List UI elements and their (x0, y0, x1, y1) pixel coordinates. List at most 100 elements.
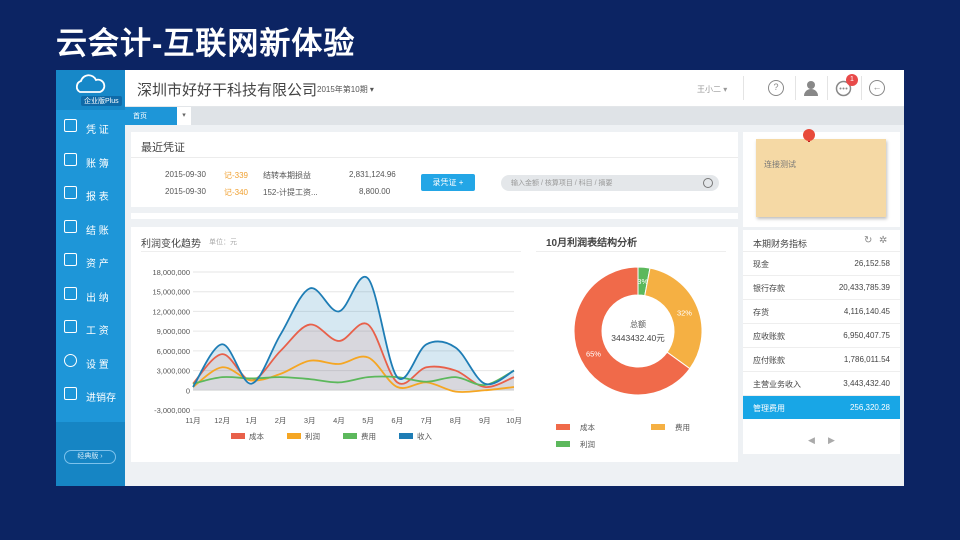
tab-home[interactable]: 首页 (125, 107, 177, 125)
logout-icon[interactable]: ← (869, 80, 885, 96)
next-page-icon[interactable]: ▶ (828, 435, 835, 446)
search-icon[interactable] (703, 178, 713, 188)
y-tick-label: 0 (186, 386, 190, 395)
x-tick-label: 10月 (506, 416, 522, 425)
cloud-logo-icon (75, 74, 106, 93)
y-tick-label: -3,000,000 (154, 406, 190, 415)
recent-vouchers-panel: 最近凭证 2015-09-30 记-339 结转本期损益 2,831,124.9… (131, 132, 738, 207)
y-tick-label: 9,000,000 (157, 327, 190, 336)
x-tick-label: 7月 (421, 416, 433, 425)
legend-label[interactable]: 费用 (675, 422, 690, 432)
voucher-row[interactable]: 2015-09-30 记-340 152-计提工资... 8,800.00 (165, 187, 405, 197)
stats-row[interactable]: 现金 26,152.58 (743, 251, 900, 275)
settings-icon[interactable]: ✲ (879, 235, 887, 246)
sidebar-item[interactable]: 结 账 (56, 213, 125, 243)
charts-panel: 利润变化趋势 单位：元 10月利润表结构分析 18,000,000 15,000,… (131, 227, 738, 462)
voucher-number[interactable]: 记-340 (224, 187, 248, 198)
stats-value: 4,116,140.45 (843, 307, 890, 316)
sidebar-item-label: 出 纳 (86, 292, 109, 304)
voucher-date: 2015-09-30 (165, 170, 206, 179)
sticky-note[interactable]: 连接测试 (756, 139, 886, 217)
classic-version-button[interactable]: 经典版 › (64, 450, 116, 464)
legend-label[interactable]: 利润 (305, 431, 320, 441)
stats-row[interactable]: 银行存款 20,433,785.39 (743, 275, 900, 299)
voucher-row[interactable]: 2015-09-30 记-339 结转本期损益 2,831,124.96 (165, 170, 405, 180)
y-tick-label: 15,000,000 (152, 288, 190, 297)
y-tick-label: 6,000,000 (157, 347, 190, 356)
edition-badge: 企业版Plus (81, 96, 122, 106)
stats-value: 3,443,432.40 (843, 379, 890, 388)
notification-badge: 1 (846, 74, 858, 86)
period-selector[interactable]: 2015年第10期 ▾ (317, 84, 374, 95)
stats-value: 6,950,407.75 (843, 331, 890, 340)
legend-label[interactable]: 利润 (580, 439, 595, 449)
divider (827, 76, 828, 100)
salary-icon (64, 320, 77, 333)
stats-row[interactable]: 存货 4,116,140.45 (743, 299, 900, 323)
sidebar-item[interactable]: 工 资 (56, 313, 125, 343)
refresh-icon[interactable]: ↻ (864, 235, 872, 246)
tab-bar: 首页 ▾ (125, 107, 904, 125)
y-tick-label: 18,000,000 (152, 268, 190, 277)
sidebar-item[interactable]: 账 簿 (56, 146, 125, 176)
pie-center-label: 总额 (630, 319, 646, 329)
pie-slice[interactable] (644, 267, 703, 370)
checkout-icon (64, 219, 77, 233)
divider (131, 157, 738, 158)
stats-label: 主营业务收入 (753, 380, 801, 389)
sidebar-item-label: 报 表 (86, 192, 109, 203)
help-icon[interactable]: ? (768, 80, 784, 96)
sidebar-item[interactable]: 报 表 (56, 179, 125, 209)
sidebar-item[interactable]: 出 纳 (56, 280, 125, 310)
legend-label[interactable]: 成本 (249, 431, 264, 441)
pie-slice-label: 32% (677, 309, 692, 318)
book-icon (64, 152, 77, 166)
x-tick-label: 8月 (450, 416, 462, 425)
voucher-amount: 2,831,124.96 (349, 170, 396, 179)
x-tick-label: 3月 (304, 416, 316, 425)
sidebar-item[interactable]: 资 产 (56, 246, 125, 276)
divider (861, 76, 862, 100)
service-icon[interactable] (802, 79, 820, 102)
legend-label[interactable]: 成本 (580, 422, 595, 432)
legend-swatch (556, 441, 570, 447)
voucher-date: 2015-09-30 (165, 187, 206, 196)
search-placeholder: 输入金额 / 核算项目 / 科目 / 摘要 (511, 180, 613, 187)
add-voucher-button[interactable]: 录凭证 + (421, 174, 475, 191)
x-tick-label: 5月 (362, 416, 374, 425)
stats-row[interactable]: 应收账款 6,950,407.75 (743, 323, 900, 347)
sidebar-item[interactable]: 凭 证 (56, 112, 125, 142)
x-tick-label: 4月 (333, 416, 345, 425)
company-name: 深圳市好好干科技有限公司 (137, 82, 318, 99)
sticky-note-panel: 连接测试 (743, 129, 900, 227)
stats-label: 现金 (753, 260, 769, 269)
divider (795, 76, 796, 100)
sidebar-item[interactable]: 进销存 (56, 380, 125, 410)
trend-chart: 18,000,000 15,000,000 12,000,000 9,000,000 6… (152, 268, 522, 441)
prev-page-icon[interactable]: ◀ (808, 435, 815, 446)
sidebar-item[interactable]: 设 置 (56, 347, 125, 377)
pie-chart: 3%32%65%总额3443432.40元成本 费用利润 (556, 266, 703, 449)
cashier-icon (64, 286, 77, 300)
stats-row[interactable]: 应付账款 1,786,011.54 (743, 347, 900, 371)
stats-row[interactable]: 主营业务收入 3,443,432.40 (743, 371, 900, 395)
top-bar: 深圳市好好干科技有限公司 2015年第10期 ▾ 王小二 ▾ ? 1 ← (125, 70, 904, 107)
x-tick-label: 9月 (479, 416, 491, 425)
legend-swatch (343, 433, 357, 439)
edit-icon (64, 119, 77, 132)
financial-indicators-panel: 本期财务指标 ↻ ✲ 现金 26,152.58 银行存款 20,433,785.39 存… (743, 230, 900, 454)
stats-row[interactable]: 管理费用 256,320.28 (743, 395, 900, 419)
y-tick-label: 12,000,000 (152, 307, 190, 316)
stats-value: 26,152.58 (854, 259, 890, 268)
legend-label[interactable]: 收入 (417, 431, 432, 441)
panel-strip (131, 213, 738, 219)
voucher-search-input[interactable]: 输入金额 / 核算项目 / 科目 / 摘要 (501, 175, 719, 191)
legend-label[interactable]: 费用 (361, 431, 376, 441)
voucher-summary: 结转本期损益 (263, 171, 311, 180)
tab-dropdown-icon[interactable]: ▾ (177, 107, 191, 125)
user-menu[interactable]: 王小二 ▾ (697, 84, 727, 95)
logo[interactable]: 企业版Plus (56, 70, 125, 110)
x-tick-label: 2月 (275, 416, 287, 425)
voucher-number[interactable]: 记-339 (224, 170, 248, 181)
stats-label: 存货 (753, 308, 769, 317)
